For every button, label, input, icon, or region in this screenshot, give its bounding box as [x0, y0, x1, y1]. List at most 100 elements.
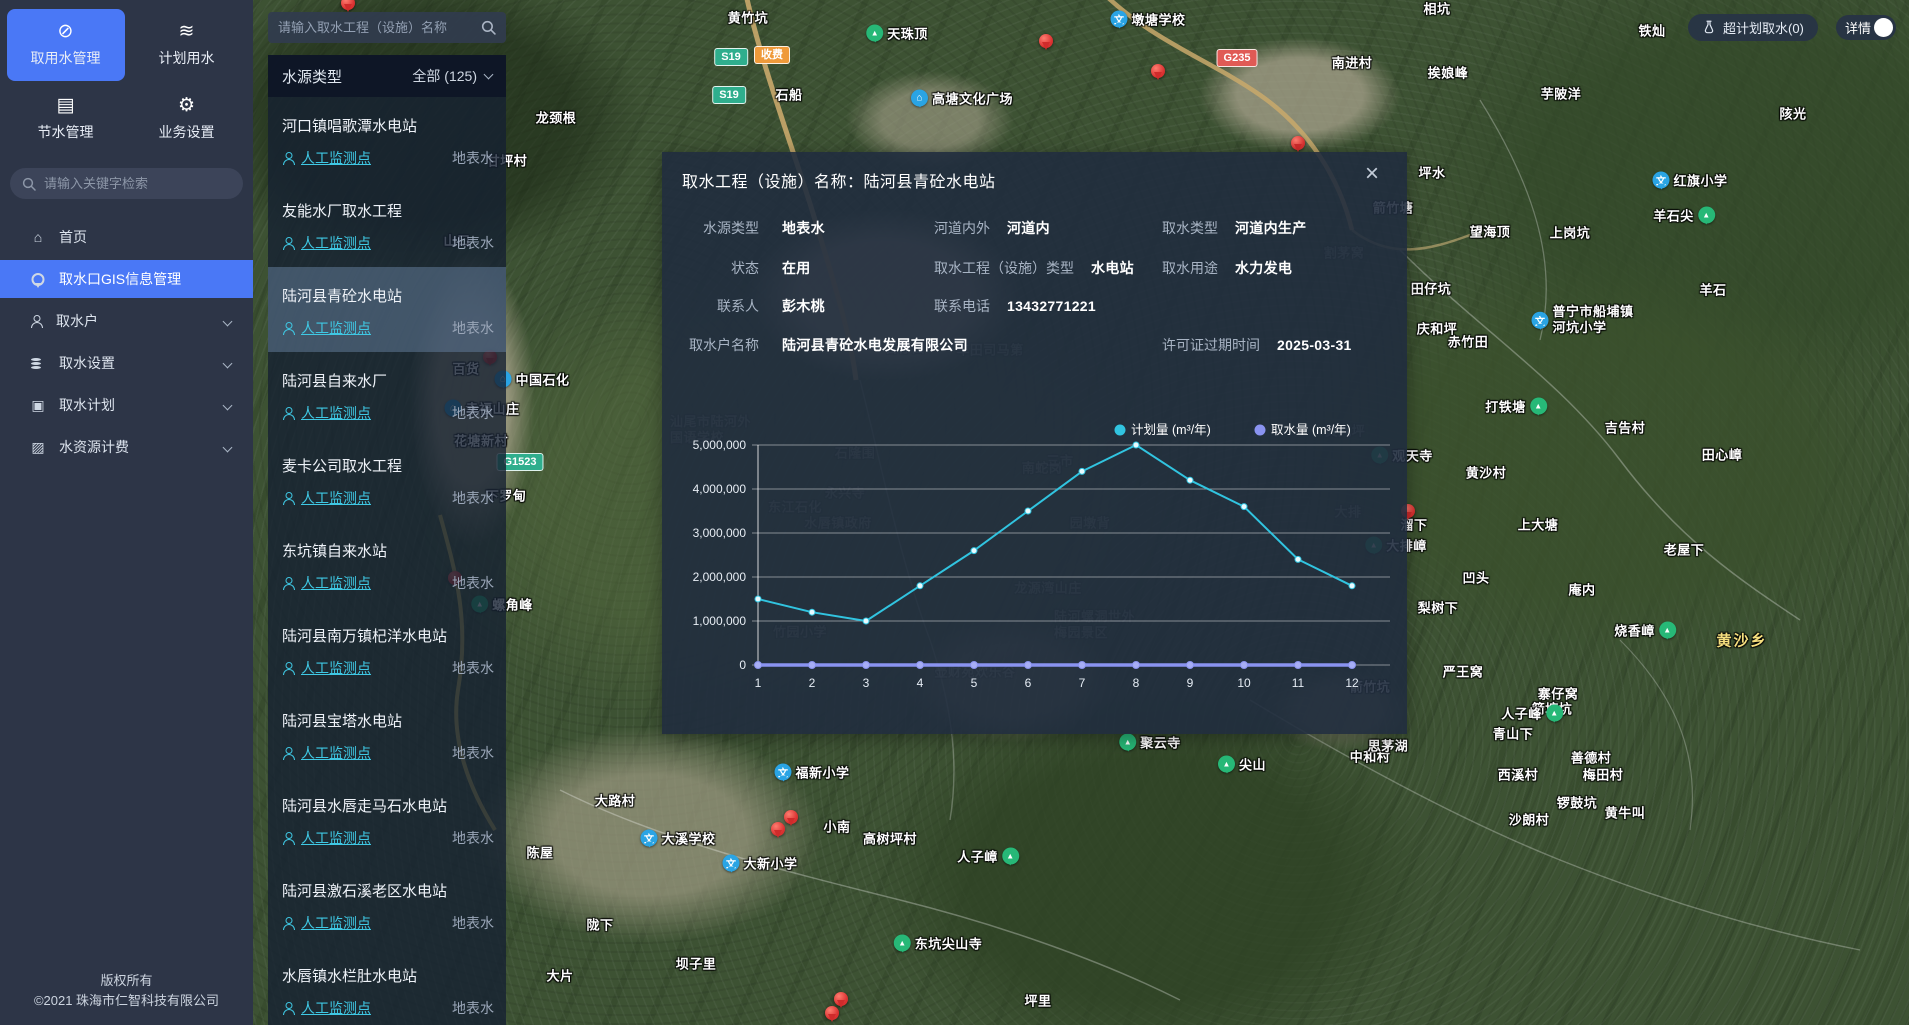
sidebar-item-3[interactable]: 取水户: [0, 302, 253, 340]
station-marker-icon[interactable]: [825, 1006, 839, 1020]
map-label-text: 严王窝: [1443, 662, 1484, 681]
station-search-input[interactable]: [278, 20, 481, 35]
list-item[interactable]: 麦卡公司取水工程人工监测点地表水: [268, 437, 506, 522]
monitor-type: 人工监测点: [282, 998, 371, 1018]
copyright-line2: ©2021 珠海市仁智科技有限公司: [0, 991, 253, 1011]
station-marker-icon[interactable]: [771, 822, 785, 836]
list-item[interactable]: 水唇镇水栏肚水电站人工监测点地表水: [268, 947, 506, 1025]
station-meta: 人工监测点地表水: [282, 318, 494, 338]
monitor-type: 人工监测点: [282, 658, 371, 678]
station-search[interactable]: [268, 12, 506, 43]
map-label: 梅田村: [1583, 765, 1624, 784]
map-label: 中和村: [1350, 747, 1391, 766]
sidebar-item-1[interactable]: ⌂首页: [0, 218, 253, 256]
svg-text:取水量 (m³/年): 取水量 (m³/年): [1271, 423, 1351, 437]
field-label: 取水户名称: [679, 335, 759, 355]
map-label-text: 黄沙村: [1466, 463, 1507, 482]
card-icon: ▣: [30, 397, 46, 414]
sidebar-item-label: 首页: [59, 227, 87, 247]
sidebar-item-2[interactable]: 取水口GIS信息管理: [0, 260, 253, 298]
filter-label: 水源类型: [282, 66, 342, 87]
mountain-pin-icon: ▲: [1698, 207, 1715, 224]
poi-pin-icon: ⌂: [911, 90, 928, 107]
meter-icon: ⊘: [58, 22, 74, 41]
map-label-text: 红旗小学: [1673, 171, 1727, 190]
map-label: ▲聚云寺: [1119, 733, 1181, 752]
water-source-type: 地表水: [452, 828, 494, 848]
list-item[interactable]: 陆河县水唇走马石水电站人工监测点地表水: [268, 777, 506, 862]
station-name: 陆河县宝塔水电站: [282, 710, 494, 731]
list-item[interactable]: 友能水厂取水工程人工监测点地表水: [268, 182, 506, 267]
field-value: 2025-03-31: [1277, 337, 1352, 353]
station-marker-icon[interactable]: [1291, 136, 1305, 150]
svg-text:11: 11: [1292, 676, 1305, 690]
svg-text:计划量 (m³/年): 计划量 (m³/年): [1131, 423, 1211, 437]
gear-icon: ⚙: [178, 96, 195, 115]
doc-icon: ▤: [57, 96, 75, 115]
map-label-text: 青山下: [1493, 724, 1534, 743]
station-marker-icon[interactable]: [1151, 64, 1165, 78]
sidebar-item-label: 取水口GIS信息管理: [59, 269, 181, 289]
line-chart: 01,000,0002,000,0003,000,0004,000,0005,0…: [672, 408, 1392, 718]
filter-value: 全部 (125): [412, 66, 477, 86]
field-value: 陆河县青砼水电发展有限公司: [782, 335, 968, 355]
svg-text:0: 0: [739, 658, 746, 672]
field: 联系电话13432771221: [934, 296, 1096, 316]
filter-dropdown[interactable]: 全部 (125): [412, 66, 492, 86]
search-icon[interactable]: [481, 20, 496, 35]
mountain-pin-icon: ▲: [1002, 848, 1019, 865]
module-button-4[interactable]: ⚙业务设置: [128, 83, 246, 155]
map-label: 石船: [775, 85, 802, 104]
list-item[interactable]: 河口镇唱歌潭水电站人工监测点地表水: [268, 97, 506, 182]
map-label-text: 老屋下: [1664, 540, 1705, 559]
list-item[interactable]: 陆河县宝塔水电站人工监测点地表水: [268, 692, 506, 777]
module-switcher: ⊘取用水管理≋计划用水 ▤ 节水管理 ⚙业务设置: [5, 8, 248, 156]
list-item[interactable]: 陆河县激石溪老区水电站人工监测点地表水: [268, 862, 506, 947]
map-label-text: 田仔坑: [1411, 279, 1452, 298]
sidebar-item-4[interactable]: 取水设置: [0, 344, 253, 382]
sidebar-search[interactable]: [10, 168, 243, 199]
map-label-text: 陔光: [1779, 104, 1806, 123]
map-label-text: 田心嶂: [1702, 445, 1743, 464]
sidebar-search-input[interactable]: [44, 176, 231, 191]
svg-text:2: 2: [809, 676, 816, 690]
map-label: 西溪村: [1498, 765, 1539, 784]
detail-toggle-label: 详情: [1845, 18, 1871, 37]
sidebar-item-label: 取水设置: [59, 353, 115, 373]
station-meta: 人工监测点地表水: [282, 913, 494, 933]
module-button-2[interactable]: ≋计划用水: [128, 9, 246, 81]
module-button-3[interactable]: ▤ 节水管理: [7, 83, 125, 155]
station-list: 河口镇唱歌潭水电站人工监测点地表水友能水厂取水工程人工监测点地表水陆河县青砼水电…: [268, 97, 506, 1025]
map-label-text: 聚云寺: [1140, 733, 1181, 752]
list-item[interactable]: 陆河县自来水厂人工监测点地表水: [268, 352, 506, 437]
monitor-label: 人工监测点: [301, 828, 371, 848]
field: 水源类型地表水: [679, 218, 825, 238]
svg-text:1,000,000: 1,000,000: [693, 614, 747, 628]
field: 许可证过期时间2025-03-31: [1162, 335, 1352, 355]
station-marker-icon[interactable]: [834, 992, 848, 1006]
map-label-text: 高塘文化广场: [932, 89, 1013, 108]
module-button-1[interactable]: ⊘取用水管理: [7, 9, 125, 81]
station-meta: 人工监测点地表水: [282, 743, 494, 763]
list-item[interactable]: 陆河县南万镇杞洋水电站人工监测点地表水: [268, 607, 506, 692]
map-label-text: 龙颈根: [536, 108, 577, 127]
chevron-down-icon: [223, 443, 233, 453]
road-badge: S19: [712, 86, 746, 104]
monitor-label: 人工监测点: [301, 148, 371, 168]
list-item[interactable]: 陆河县青砼水电站人工监测点地表水: [268, 267, 506, 352]
list-item[interactable]: 东坑镇自来水站人工监测点地表水: [268, 522, 506, 607]
sidebar-item-5[interactable]: ▣取水计划: [0, 386, 253, 424]
monitor-label: 人工监测点: [301, 488, 371, 508]
sidebar-item-6[interactable]: ▨水资源计费: [0, 428, 253, 466]
map-label: 严王窝: [1443, 662, 1484, 681]
water-source-type: 地表水: [452, 403, 494, 423]
map-label-text: 坪水: [1418, 163, 1445, 182]
detail-toggle[interactable]: 详情: [1836, 15, 1896, 40]
station-marker-icon[interactable]: [784, 810, 798, 824]
map-label-text: 善德村: [1571, 748, 1612, 767]
map-label-text: 中国石化: [515, 370, 569, 389]
over-plan-intake-button[interactable]: 超计划取水(0): [1688, 14, 1818, 41]
search-icon: [22, 177, 36, 191]
module-label: 节水管理: [38, 122, 94, 142]
close-icon[interactable]: ×: [1365, 162, 1379, 186]
